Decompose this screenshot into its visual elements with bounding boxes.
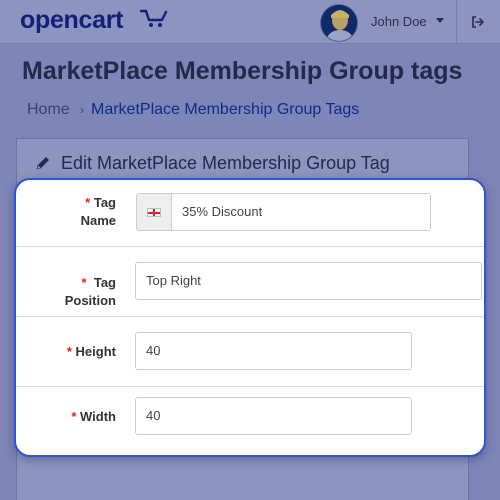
tag-name-label-line2: Name	[80, 213, 116, 228]
caret-down-icon[interactable]	[436, 18, 444, 23]
header-divider	[456, 0, 457, 44]
height-label: * Height	[36, 343, 116, 361]
breadcrumb-separator: ›	[80, 103, 84, 117]
row-divider	[16, 246, 484, 247]
user-avatar-icon	[321, 5, 357, 41]
width-label-text: Width	[80, 409, 116, 424]
panel-title: Edit MarketPlace Membership Group Tag	[61, 153, 390, 173]
width-input[interactable]: 40	[135, 397, 412, 435]
pencil-icon	[36, 157, 49, 170]
required-mark: *	[81, 275, 87, 290]
row-divider	[16, 316, 484, 317]
tag-name-input[interactable]: 35% Discount	[171, 193, 431, 231]
user-name[interactable]: John Doe	[371, 14, 427, 29]
breadcrumb-current[interactable]: MarketPlace Membership Group Tags	[91, 101, 359, 119]
tag-position-input[interactable]: Top Right	[135, 262, 482, 300]
breadcrumb-home[interactable]: Home	[27, 101, 70, 119]
top-header: opencart John Doe	[0, 0, 500, 44]
width-label: * Width	[36, 408, 116, 426]
tag-name-label-line1: Tag	[93, 195, 116, 210]
height-input[interactable]: 40	[135, 332, 412, 370]
page-title: MarketPlace Membership Group tags	[22, 57, 463, 85]
tag-position-label-line1: Tag	[93, 275, 116, 290]
opencart-logo[interactable]: opencart	[20, 6, 123, 35]
row-divider	[16, 386, 484, 387]
language-addon	[136, 193, 172, 231]
tag-position-label: * Tag Position	[56, 274, 116, 310]
flag-icon	[147, 208, 161, 217]
required-mark: *	[85, 195, 91, 210]
cart-icon	[140, 9, 168, 27]
required-mark: *	[66, 344, 72, 359]
height-label-text: Height	[75, 344, 116, 359]
tag-name-label: * Tag Name	[56, 194, 116, 230]
tag-position-label-line2: Position	[64, 293, 116, 308]
required-mark: *	[71, 409, 77, 424]
logout-icon[interactable]	[471, 15, 485, 29]
tag-form-card: * Tag Name 35% Discount * Tag Position T…	[14, 178, 486, 457]
avatar[interactable]	[320, 4, 358, 42]
